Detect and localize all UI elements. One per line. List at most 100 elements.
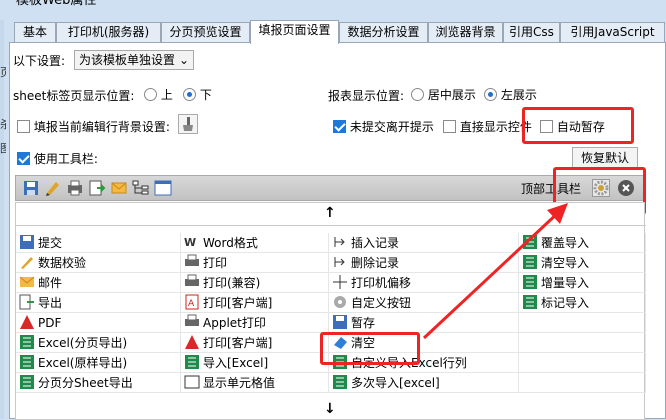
table-row: 分页分Sheet导出 显示单元格值 多次导入[excel]	[16, 373, 646, 393]
tab-fill-page[interactable]: 填报页面设置	[250, 20, 339, 44]
scope-label: 以下设置:	[13, 54, 66, 68]
tool-item-multi-import[interactable]: 多次导入[excel]	[329, 373, 519, 393]
pdf-print-icon: A	[184, 294, 200, 310]
tab-basic[interactable]: 基本	[14, 22, 56, 43]
unsubmitted-option[interactable]: 未提交离开提示	[333, 118, 434, 135]
empty-cell	[519, 353, 646, 373]
left-edge-glyph: 杀	[0, 118, 6, 131]
pdf-print-icon	[184, 334, 200, 350]
move-icon	[332, 274, 348, 290]
save-icon[interactable]	[22, 179, 40, 197]
report-left-option[interactable]: 左展示	[484, 86, 537, 103]
tab-javascript[interactable]: 引用JavaScript	[560, 22, 665, 43]
gear-icon	[332, 294, 348, 310]
cell-icon	[184, 374, 200, 390]
report-center-radio[interactable]	[411, 88, 424, 101]
fill-bg-option[interactable]: 填报当前编辑行背景设置:	[17, 118, 170, 135]
sheet-bottom-option[interactable]: 下	[183, 86, 212, 103]
tab-data-analysis[interactable]: 数据分析设置	[339, 22, 428, 43]
tab-printer-server[interactable]: 打印机(服务器)	[56, 22, 161, 43]
tool-item-word[interactable]: W Word格式	[181, 233, 329, 253]
use-toolbar-checkbox[interactable]	[17, 152, 30, 165]
annotation-arrow	[422, 203, 568, 340]
print-icon	[184, 274, 200, 290]
tool-item-import-excel[interactable]: 导入[Excel]	[181, 353, 329, 373]
window-title: 模板Web属性	[0, 0, 666, 11]
fill-bg-checkbox[interactable]	[17, 120, 30, 133]
restore-default-button[interactable]: 恢复默认	[572, 147, 638, 169]
sheet-tab-position-label: sheet标签页显示位置:	[13, 89, 135, 103]
tab-browser-bg[interactable]: 浏览器背景	[428, 22, 503, 43]
report-left-radio[interactable]	[484, 88, 497, 101]
tool-item-print-client-2[interactable]: 打印[客户端]	[181, 333, 329, 353]
tool-item-pdf[interactable]: PDF	[16, 313, 181, 333]
report-left-label: 左展示	[500, 88, 537, 102]
save-icon	[332, 314, 348, 330]
excel-icon	[184, 354, 200, 370]
direct-show-option[interactable]: 直接显示控件	[443, 118, 532, 135]
sheet-top-radio[interactable]	[144, 88, 157, 101]
tool-item-applet-print[interactable]: Applet打印	[181, 313, 329, 333]
settings-panel: 以下设置: 为该模板单独设置 ⌄ sheet标签页显示位置: 上 下 报表显示位…	[9, 42, 666, 420]
tool-item-email[interactable]: 邮件	[16, 273, 181, 293]
pdf-icon	[19, 314, 35, 330]
tool-item-print-compat[interactable]: 打印(兼容)	[181, 273, 329, 293]
direct-show-checkbox[interactable]	[443, 120, 456, 133]
tool-item-submit[interactable]: 提交	[16, 233, 181, 253]
sheet-top-option[interactable]: 上	[144, 86, 173, 103]
insert-record-icon	[332, 234, 348, 250]
sheet-bottom-radio[interactable]	[183, 88, 196, 101]
arrow-up-icon[interactable]: ↑	[324, 205, 336, 221]
print-icon	[184, 314, 200, 330]
excel-icon	[19, 374, 35, 390]
tool-item-excel-original[interactable]: Excel(原样导出)	[16, 353, 181, 373]
tab-css[interactable]: 引用Css	[503, 22, 560, 43]
scope-select-value: 为该模板单独设置	[79, 53, 176, 67]
tab-page-preview[interactable]: 分页预览设置	[161, 22, 250, 43]
scope-select[interactable]: 为该模板单独设置 ⌄	[74, 50, 194, 70]
window-icon[interactable]	[154, 179, 172, 197]
export-icon[interactable]	[88, 179, 106, 197]
report-position-label: 报表显示位置:	[328, 89, 405, 103]
highlight-box-clear	[320, 332, 420, 365]
use-toolbar-option[interactable]: 使用工具栏:	[17, 150, 98, 167]
sheet-bottom-label: 下	[199, 88, 212, 102]
left-edge-glyph: 页	[0, 66, 6, 79]
sheet-top-label: 上	[160, 88, 173, 102]
brush-icon	[183, 117, 193, 131]
report-center-label: 居中展示	[427, 88, 476, 102]
empty-cell	[519, 373, 646, 393]
brush-button[interactable]	[178, 114, 198, 134]
tool-item-sheet-export[interactable]: 分页分Sheet导出	[16, 373, 181, 393]
tree-icon[interactable]	[132, 179, 150, 197]
excel-icon	[19, 354, 35, 370]
email-icon[interactable]	[110, 179, 128, 197]
left-edge-glyph: 图	[0, 142, 6, 155]
arrow-down-icon[interactable]: ↓	[324, 401, 336, 417]
submit-icon	[19, 234, 35, 250]
edit-icon[interactable]	[44, 179, 62, 197]
tool-item-export[interactable]: 导出	[16, 293, 181, 313]
excel-icon	[19, 334, 35, 350]
svg-text:A: A	[188, 299, 195, 309]
chevron-down-icon: ⌄	[178, 53, 189, 67]
print-icon[interactable]	[66, 179, 84, 197]
report-center-option[interactable]: 居中展示	[411, 86, 476, 103]
tool-item-validate[interactable]: 数据校验	[16, 253, 181, 273]
unsubmitted-label: 未提交离开提示	[349, 120, 434, 134]
svg-text:W: W	[184, 236, 196, 249]
validate-icon	[19, 254, 35, 270]
print-icon	[184, 254, 200, 270]
excel-icon	[332, 374, 348, 390]
highlight-box-autosave	[522, 107, 634, 144]
delete-record-icon	[332, 254, 348, 270]
tool-item-print[interactable]: 打印	[181, 253, 329, 273]
word-icon: W	[184, 234, 200, 250]
export-icon	[19, 294, 35, 310]
tool-item-excel-paged[interactable]: Excel(分页导出)	[16, 333, 181, 353]
tool-item-show-cell-value[interactable]: 显示单元格值	[181, 373, 329, 393]
unsubmitted-checkbox[interactable]	[333, 120, 346, 133]
fill-bg-label: 填报当前编辑行背景设置:	[33, 120, 170, 134]
email-icon	[19, 274, 35, 290]
tool-item-print-client[interactable]: A 打印[客户端]	[181, 293, 329, 313]
